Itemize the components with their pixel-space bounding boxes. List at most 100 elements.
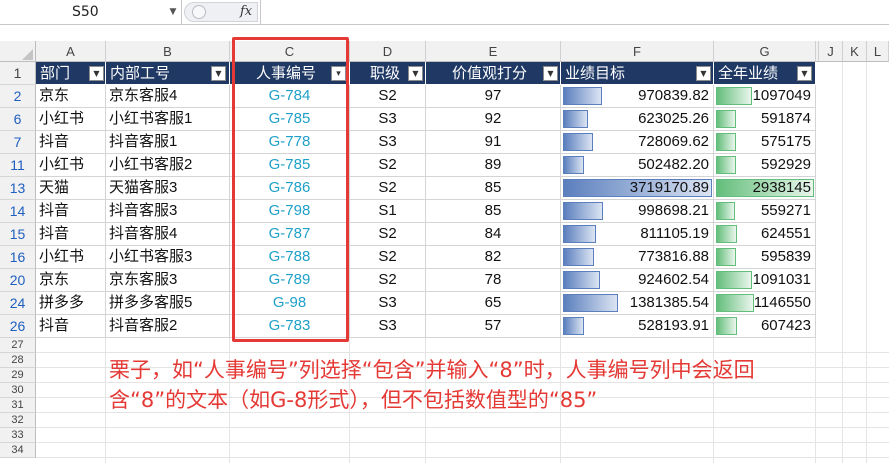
row-header[interactable]: 30: [0, 383, 36, 398]
cell-score[interactable]: 92: [426, 108, 561, 131]
cell-score[interactable]: 85: [426, 177, 561, 200]
cell-annual[interactable]: 2938145: [714, 177, 816, 200]
cell-score[interactable]: 91: [426, 131, 561, 154]
cell-target[interactable]: 502482.20: [561, 154, 714, 177]
formula-input[interactable]: [260, 0, 889, 24]
cell-score[interactable]: 84: [426, 223, 561, 246]
row-header[interactable]: 33: [0, 428, 36, 443]
cell-staff-id[interactable]: 抖音客服1: [106, 131, 230, 154]
row-header[interactable]: 1: [0, 62, 36, 85]
cell-score[interactable]: 82: [426, 246, 561, 269]
filter-dropdown-icon[interactable]: ▼: [543, 66, 558, 81]
cell-target[interactable]: 528193.91: [561, 315, 714, 338]
cell-level[interactable]: S2: [350, 269, 426, 292]
cell-annual[interactable]: 591874: [714, 108, 816, 131]
cell-score[interactable]: 85: [426, 200, 561, 223]
cell-target[interactable]: 3719170.89: [561, 177, 714, 200]
cell-dept[interactable]: 京东: [36, 85, 106, 108]
row-header[interactable]: 7: [0, 131, 36, 154]
cell-level[interactable]: S3: [350, 292, 426, 315]
filter-dropdown-icon[interactable]: ▼: [408, 66, 423, 81]
row-header[interactable]: 13: [0, 177, 36, 200]
column-header-j[interactable]: J: [819, 41, 843, 62]
cell-level[interactable]: S1: [350, 200, 426, 223]
empty-row[interactable]: [36, 443, 889, 458]
cell-annual[interactable]: 575175: [714, 131, 816, 154]
column-header-g[interactable]: G: [714, 41, 816, 62]
row-header[interactable]: 14: [0, 200, 36, 223]
column-header-l[interactable]: L: [867, 41, 889, 62]
cell-target[interactable]: 728069.62: [561, 131, 714, 154]
cell-annual[interactable]: 607423: [714, 315, 816, 338]
cell-dept[interactable]: 抖音: [36, 315, 106, 338]
cell-target[interactable]: 998698.21: [561, 200, 714, 223]
cell-annual[interactable]: 559271: [714, 200, 816, 223]
filter-dropdown-icon[interactable]: ▼: [696, 66, 711, 81]
cell-dept[interactable]: 抖音: [36, 131, 106, 154]
cell-staff-id[interactable]: 京东客服4: [106, 85, 230, 108]
cell-target[interactable]: 924602.54: [561, 269, 714, 292]
cell-level[interactable]: S2: [350, 154, 426, 177]
cell-annual[interactable]: 1091031: [714, 269, 816, 292]
cell-dept[interactable]: 小红书: [36, 154, 106, 177]
row-header[interactable]: 15: [0, 223, 36, 246]
cell-level[interactable]: S3: [350, 315, 426, 338]
cell-annual[interactable]: 624551: [714, 223, 816, 246]
cell-staff-id[interactable]: 京东客服3: [106, 269, 230, 292]
empty-row[interactable]: [36, 428, 889, 443]
row-header[interactable]: 34: [0, 443, 36, 458]
cell-staff-id[interactable]: 天猫客服3: [106, 177, 230, 200]
cell-target[interactable]: 970839.82: [561, 85, 714, 108]
row-header[interactable]: 29: [0, 368, 36, 383]
insert-function-icon[interactable]: fx: [240, 3, 256, 21]
column-header-e[interactable]: E: [426, 41, 561, 62]
cell-staff-id[interactable]: 抖音客服4: [106, 223, 230, 246]
cell-dept[interactable]: 抖音: [36, 200, 106, 223]
cell-dept[interactable]: 抖音: [36, 223, 106, 246]
cell-staff-id[interactable]: 拼多多客服5: [106, 292, 230, 315]
empty-row[interactable]: [36, 338, 889, 353]
cell-dept[interactable]: 拼多多: [36, 292, 106, 315]
cell-level[interactable]: S2: [350, 85, 426, 108]
cell-staff-id[interactable]: 抖音客服2: [106, 315, 230, 338]
empty-row[interactable]: [36, 413, 889, 428]
row-header[interactable]: 32: [0, 413, 36, 428]
row-header[interactable]: 27: [0, 338, 36, 353]
row-header[interactable]: 11: [0, 154, 36, 177]
cell-staff-id[interactable]: 小红书客服3: [106, 246, 230, 269]
cell-score[interactable]: 57: [426, 315, 561, 338]
column-header-d[interactable]: D: [350, 41, 426, 62]
cell-target[interactable]: 811105.19: [561, 223, 714, 246]
cell-annual[interactable]: 1146550: [714, 292, 816, 315]
row-header[interactable]: 26: [0, 315, 36, 338]
column-header-b[interactable]: B: [106, 41, 230, 62]
cell-annual[interactable]: 595839: [714, 246, 816, 269]
row-header[interactable]: 31: [0, 398, 36, 413]
cell-score[interactable]: 89: [426, 154, 561, 177]
cell-score[interactable]: 78: [426, 269, 561, 292]
column-header-k[interactable]: K: [843, 41, 867, 62]
cell-level[interactable]: S2: [350, 177, 426, 200]
cell-level[interactable]: S3: [350, 108, 426, 131]
column-header-a[interactable]: A: [36, 41, 106, 62]
cell-level[interactable]: S2: [350, 223, 426, 246]
filter-dropdown-icon[interactable]: ▼: [797, 66, 812, 81]
cell-dept[interactable]: 京东: [36, 269, 106, 292]
cell-staff-id[interactable]: 小红书客服2: [106, 154, 230, 177]
cell-score[interactable]: 97: [426, 85, 561, 108]
cell-dept[interactable]: 小红书: [36, 108, 106, 131]
column-header-f[interactable]: F: [561, 41, 714, 62]
cell-dept[interactable]: 小红书: [36, 246, 106, 269]
row-header[interactable]: 6: [0, 108, 36, 131]
cell-annual[interactable]: 592929: [714, 154, 816, 177]
cell-staff-id[interactable]: 小红书客服1: [106, 108, 230, 131]
cell-target[interactable]: 773816.88: [561, 246, 714, 269]
row-header[interactable]: 28: [0, 353, 36, 368]
cell-score[interactable]: 65: [426, 292, 561, 315]
name-box[interactable]: S50: [0, 0, 182, 24]
cell-staff-id[interactable]: 抖音客服3: [106, 200, 230, 223]
row-header[interactable]: 20: [0, 269, 36, 292]
cell-level[interactable]: S3: [350, 131, 426, 154]
name-box-dropdown-icon[interactable]: ▼: [167, 6, 179, 18]
cell-dept[interactable]: 天猫: [36, 177, 106, 200]
